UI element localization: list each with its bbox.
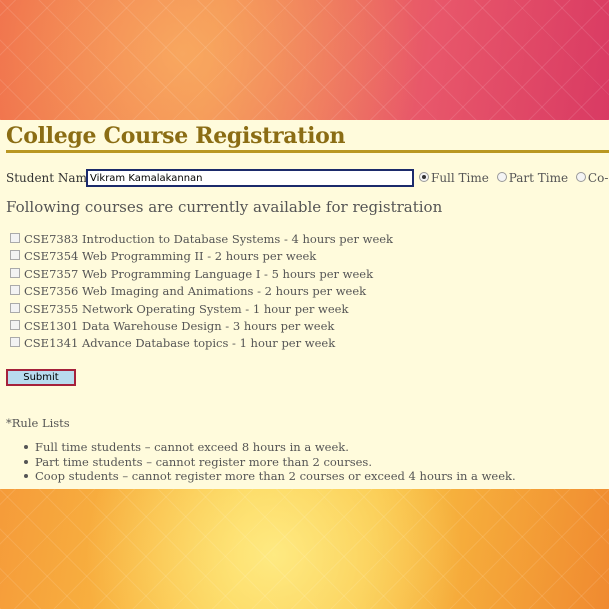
course-label: CSE7354 Web Programming II - 2 hours per… bbox=[24, 249, 317, 264]
radio-co-op-button[interactable] bbox=[575, 172, 586, 182]
radio-co-op-label: Co-op bbox=[587, 171, 609, 185]
radio-part-time-label: Part Time bbox=[508, 171, 569, 185]
course-label: CSE1341 Advance Database topics - 1 hour… bbox=[24, 336, 336, 351]
radio-part-time-button[interactable] bbox=[496, 172, 507, 182]
top-banner bbox=[0, 0, 609, 120]
course-item[interactable]: CSE7356 Web Imaging and Animations - 2 h… bbox=[10, 284, 393, 301]
course-item[interactable]: CSE7357 Web Programming Language I - 5 h… bbox=[10, 267, 393, 284]
course-label: CSE7355 Network Operating System - 1 hou… bbox=[24, 301, 349, 316]
course-item[interactable]: CSE1341 Advance Database topics - 1 hour… bbox=[10, 336, 393, 353]
student-name-label: Student Name: bbox=[6, 171, 99, 185]
student-row: Student Name: Full Time Part Time Co-op bbox=[6, 168, 609, 188]
radio-full-time-button[interactable] bbox=[419, 172, 429, 182]
rule-item: Part time students – cannot register mor… bbox=[22, 455, 516, 470]
rule-item: Coop students – cannot register more tha… bbox=[22, 469, 516, 484]
course-checkbox[interactable] bbox=[10, 233, 20, 243]
course-list: CSE7383 Introduction to Database Systems… bbox=[10, 232, 393, 354]
course-checkbox[interactable] bbox=[10, 267, 20, 278]
course-checkbox[interactable] bbox=[10, 302, 20, 313]
rule-item: Full time students – cannot exceed 8 hou… bbox=[22, 440, 516, 455]
courses-intro: Following courses are currently availabl… bbox=[6, 198, 443, 216]
rules-list: Full time students – cannot exceed 8 hou… bbox=[22, 440, 516, 484]
radio-full-time-label: Full Time bbox=[431, 171, 489, 185]
radio-part-time[interactable]: Part Time bbox=[496, 171, 569, 185]
course-item[interactable]: CSE7355 Network Operating System - 1 hou… bbox=[10, 302, 393, 319]
course-checkbox[interactable] bbox=[10, 285, 20, 296]
course-label: CSE7356 Web Imaging and Animations - 2 h… bbox=[24, 284, 367, 299]
rules-heading: *Rule Lists bbox=[6, 416, 70, 430]
radio-full-time[interactable]: Full Time bbox=[419, 171, 489, 185]
page-title: College Course Registration bbox=[6, 123, 346, 149]
course-item[interactable]: CSE7383 Introduction to Database Systems… bbox=[10, 232, 393, 249]
course-item[interactable]: CSE7354 Web Programming II - 2 hours per… bbox=[10, 249, 393, 266]
course-checkbox[interactable] bbox=[10, 250, 20, 261]
course-item[interactable]: CSE1301 Data Warehouse Design - 3 hours … bbox=[10, 319, 393, 336]
radio-co-op[interactable]: Co-op bbox=[575, 171, 609, 185]
bottom-banner bbox=[0, 489, 609, 609]
course-checkbox[interactable] bbox=[10, 337, 20, 348]
course-label: CSE1301 Data Warehouse Design - 3 hours … bbox=[24, 318, 335, 333]
course-label: CSE7357 Web Programming Language I - 5 h… bbox=[24, 266, 374, 281]
student-name-input[interactable] bbox=[86, 169, 414, 187]
title-divider bbox=[6, 150, 609, 153]
submit-button[interactable]: Submit bbox=[6, 369, 76, 386]
registration-panel: College Course Registration Student Name… bbox=[0, 120, 609, 489]
enrollment-type-group: Full Time Part Time Co-op bbox=[419, 171, 609, 185]
course-label: CSE7383 Introduction to Database Systems… bbox=[24, 232, 394, 246]
course-checkbox[interactable] bbox=[10, 319, 20, 330]
